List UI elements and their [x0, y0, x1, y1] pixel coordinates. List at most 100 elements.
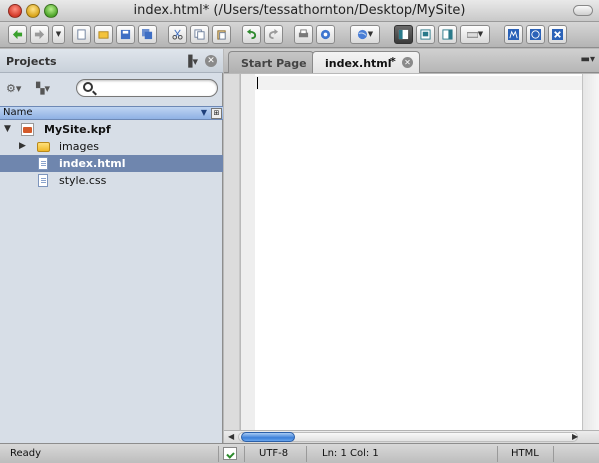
window-title: index.html* (/Users/tessathornton/Deskto… [133, 3, 466, 18]
tree-item-label: MySite.kpf [44, 123, 111, 136]
unsaved-indicator: * [390, 55, 396, 68]
text-caret [257, 77, 258, 89]
history-dropdown-button[interactable]: ▼ [52, 25, 65, 44]
cut-button[interactable] [168, 25, 187, 44]
right-pane-toggle-button[interactable] [438, 25, 457, 44]
name-column-label: Name [3, 107, 33, 118]
tab-index-html[interactable]: index.html * ✕ [312, 51, 420, 73]
projects-pane-title: Projects [6, 55, 57, 68]
name-column-header[interactable]: Name ▼ ⊞ [0, 106, 223, 120]
code-editor[interactable] [255, 74, 582, 430]
scroll-right-icon[interactable]: ▶ [572, 432, 578, 441]
gear-icon[interactable]: ⚙▾ [6, 82, 21, 95]
language-label[interactable]: HTML [511, 448, 539, 459]
open-button[interactable] [94, 25, 113, 44]
save-button[interactable] [116, 25, 135, 44]
cut-icon [172, 29, 183, 40]
tree-item-label: images [59, 140, 99, 153]
tab-start-page[interactable]: Start Page [228, 51, 314, 73]
paste-button[interactable] [212, 25, 231, 44]
redo-icon [268, 29, 279, 40]
fold-margin [241, 74, 255, 430]
komodo-button[interactable] [504, 25, 523, 44]
collapsed-triangle-icon[interactable]: ▶ [19, 141, 26, 151]
title-bar: index.html* (/Users/tessathornton/Deskto… [0, 0, 599, 22]
search-input[interactable] [97, 81, 212, 95]
close-pane-icon[interactable]: ✕ [205, 55, 217, 67]
undo-button[interactable] [242, 25, 261, 44]
toolbox-icon [466, 32, 478, 38]
encoding-label[interactable]: UTF-8 [259, 448, 288, 459]
debug-icon [552, 29, 563, 40]
line-number-gutter [224, 74, 240, 430]
status-bar: Ready UTF-8 Ln: 1 Col: 1 HTML [0, 443, 599, 463]
sort-descending-icon: ▼ [200, 108, 207, 117]
copy-icon [194, 29, 205, 40]
project-file-icon [21, 123, 34, 136]
preview-icon [320, 29, 331, 40]
history-dropdown-icon: ▼ [55, 30, 62, 38]
projects-tools: ⚙▾ ▚▾ [0, 75, 223, 103]
save-all-button[interactable] [138, 25, 157, 44]
status-separator [306, 446, 307, 462]
print-button[interactable] [294, 25, 313, 44]
preview-button[interactable] [316, 25, 335, 44]
projects-pane: Projects ▐▾ ✕ ⚙▾ ▚▾ Name ▼ ⊞ ▼ MySite.kp… [0, 49, 223, 443]
file-icon [38, 157, 48, 170]
save-icon [120, 29, 131, 40]
tree-item-label: index.html [59, 157, 126, 170]
folder-icon [37, 142, 50, 152]
forward-button[interactable] [30, 25, 49, 44]
check-syntax-icon[interactable] [223, 447, 237, 460]
paste-icon [217, 30, 226, 40]
status-text: Ready [10, 448, 42, 459]
back-icon [12, 29, 23, 40]
vertical-scrollbar[interactable] [582, 74, 599, 430]
save-all-icon [142, 29, 153, 40]
tab-list-menu-icon[interactable]: ▬▾ [581, 54, 595, 65]
column-options-icon[interactable]: ⊞ [211, 108, 222, 119]
tree-item-label: style.css [59, 174, 107, 187]
toolbox-button[interactable]: ▼ [460, 25, 490, 44]
right-pane-toggle-icon [442, 29, 453, 40]
web-button[interactable] [526, 25, 545, 44]
expanded-triangle-icon[interactable]: ▼ [4, 124, 11, 134]
tree-row-file[interactable]: style.css [0, 172, 223, 189]
undo-icon [246, 29, 257, 40]
komodo-icon [508, 29, 519, 40]
toolbox-dropdown-icon: ▼ [477, 30, 484, 38]
pane-layout-icon[interactable]: ▐▾ [184, 55, 198, 68]
search-field[interactable] [76, 79, 218, 97]
project-tree: ▼ MySite.kpf ▶ images index.html style.c… [0, 121, 223, 189]
tree-row-file-selected[interactable]: index.html [0, 155, 223, 172]
search-icon [83, 82, 93, 92]
print-icon [298, 29, 309, 38]
project-add-icon[interactable]: ▚▾ [36, 82, 50, 95]
status-separator [244, 446, 245, 462]
redo-button[interactable] [264, 25, 283, 44]
cursor-position: Ln: 1 Col: 1 [322, 448, 379, 459]
tree-row-project[interactable]: ▼ MySite.kpf [0, 121, 223, 138]
new-file-button[interactable] [72, 25, 91, 44]
debug-button[interactable] [548, 25, 567, 44]
left-pane-toggle-button[interactable] [394, 25, 413, 44]
browser-icon [357, 29, 367, 40]
forward-icon [34, 29, 45, 40]
open-folder-icon [98, 31, 109, 39]
back-button[interactable] [8, 25, 27, 44]
browser-button[interactable]: ▼ [350, 25, 380, 44]
copy-button[interactable] [190, 25, 209, 44]
toolbar: ▼ ▼ ▼ [0, 22, 599, 48]
close-tab-icon[interactable]: ✕ [402, 57, 413, 68]
scroll-thumb[interactable] [241, 432, 295, 442]
current-line-highlight [255, 76, 582, 90]
left-pane-toggle-icon [398, 29, 409, 40]
tab-label: index.html [325, 57, 392, 70]
bottom-pane-toggle-button[interactable] [416, 25, 435, 44]
scroll-left-icon[interactable]: ◀ [228, 432, 234, 441]
toolbar-toggle-button[interactable] [573, 5, 593, 16]
tree-row-folder[interactable]: ▶ images [0, 138, 223, 155]
status-separator [218, 446, 219, 462]
horizontal-scrollbar[interactable]: ◀ ▶ [224, 430, 599, 443]
new-file-icon [77, 29, 86, 40]
